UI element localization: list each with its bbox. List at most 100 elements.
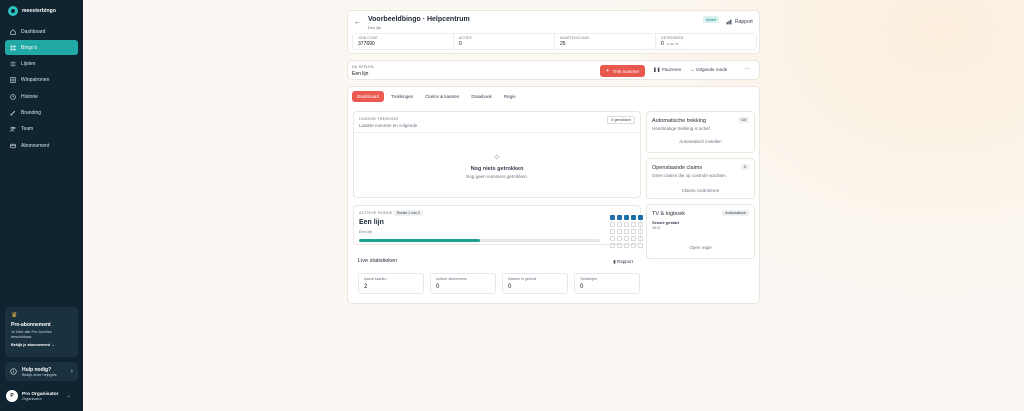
report-button[interactable]: Rapport: [726, 19, 753, 25]
home-icon: [10, 28, 16, 35]
tv-log-tag: Automatisch: [722, 210, 749, 216]
help-icon: [10, 368, 17, 375]
sidebar-item-label: Team: [21, 126, 34, 133]
open-regie-link[interactable]: Open regie: [647, 245, 754, 250]
user-role: Organisator: [22, 396, 42, 401]
page-title: Voorbeeldbingo · Helpcentrum: [368, 16, 470, 23]
check-claims-link[interactable]: Claims controleren: [647, 188, 754, 193]
open-claims-description: Geen claims die op controle wachten.: [652, 173, 728, 178]
user-name: Pro Organisator: [22, 391, 59, 397]
card-icon: [10, 143, 16, 148]
sidebar-item-label: Bingo's: [21, 44, 38, 51]
sidebar-item-label: Branding: [21, 109, 42, 116]
next-round-button[interactable]: → Volgende ronde: [690, 67, 727, 72]
pattern-cell: [624, 243, 629, 248]
pattern-cell: [624, 215, 629, 220]
sidebar-item-team[interactable]: Team: [5, 122, 78, 137]
active-round-label: ACTIEVE RONDE: [359, 211, 393, 215]
brand-logo[interactable]: meesterbingo: [8, 6, 56, 16]
stat-value: 25: [560, 41, 650, 47]
live-stat-value: 0: [436, 284, 440, 290]
sidebar-item-abonnement[interactable]: Abonnement: [5, 138, 78, 153]
help-card[interactable]: Hulp nodig? Bekijk onze helpgids ›: [5, 362, 78, 381]
tab-trekkingen[interactable]: Trekkingen: [386, 91, 418, 102]
stat-value-text: 377690: [358, 41, 375, 47]
pattern-cell: [610, 229, 615, 234]
pattern-cell: [610, 243, 615, 248]
live-stat-value: 0: [508, 284, 512, 290]
sidebar-item-lijsten[interactable]: Lijsten: [5, 57, 78, 72]
stat-value-text: 25: [560, 41, 566, 47]
sidebar-item-label: Lijsten: [21, 61, 36, 68]
now-playing-value: Een lijn: [352, 71, 369, 77]
stat-label: ACTIEF: [459, 36, 472, 40]
bingo-dashboard-card: Dashboard Trekkingen Claims & kaarten Dr…: [347, 86, 760, 304]
round-progress-track: [359, 239, 600, 242]
tab-bar: Dashboard Trekkingen Claims & kaarten Dr…: [352, 91, 521, 102]
active-round-panel: ACTIEVE RONDE Ronde 1 van 2 Een lijn Een…: [353, 205, 643, 248]
round-progress-fill: [359, 239, 480, 242]
live-stat-card: Trekkingen 0: [574, 273, 640, 294]
tab-dashboard[interactable]: Dashboard: [352, 91, 385, 102]
open-claims-count: 0: [740, 164, 749, 170]
stat-getrokken: GETROKKEN 0 0 van 75: [656, 34, 756, 49]
now-playing-bar: NU SPELEN Een lijn ✦ Trek nummer ❚❚ Pauz…: [347, 60, 760, 80]
draw-number-button[interactable]: ✦ Trek nummer: [600, 65, 645, 77]
sidebar-item-historie[interactable]: Historie: [5, 89, 78, 104]
arrow-right-icon: →: [690, 67, 695, 72]
brush-icon: [10, 110, 16, 116]
empty-state-subtitle: Nog geen nummers getrokken.: [466, 174, 528, 179]
tv-log-panel: TV & logboek Automatisch Sessie gestart …: [646, 204, 755, 259]
auto-draw-setup-link[interactable]: Automatisch instellen: [647, 139, 754, 144]
divider: [354, 132, 640, 133]
back-arrow-icon[interactable]: ←: [354, 19, 361, 26]
session-time: 16:21: [652, 226, 661, 230]
pattern-cell: [617, 236, 622, 241]
pattern-cell: [610, 222, 615, 227]
sidebar-item-label: Abonnement: [21, 142, 50, 149]
sidebar-item-winpatronen[interactable]: Winpatronen: [5, 73, 78, 88]
tab-draaiboek[interactable]: Draaiboek: [466, 91, 497, 102]
round-title: Een lijn: [359, 219, 384, 226]
tab-regie[interactable]: Regie: [499, 91, 521, 102]
live-stats-panel: Live statistieken ▮ Rapport Aantal kaart…: [353, 250, 641, 300]
chevron-down-icon: ⌄: [66, 393, 71, 399]
status-badge: Actief: [703, 16, 720, 23]
more-options-icon[interactable]: ···: [744, 66, 750, 72]
view-subscription-link[interactable]: Bekijk je abonnement →: [11, 343, 72, 347]
user-menu[interactable]: P Pro Organisator Organisator ⌄: [6, 390, 71, 402]
logo-icon: [8, 6, 18, 16]
stat-label: GETROKKEN: [661, 36, 684, 40]
tab-claims-kaarten[interactable]: Claims & kaarten: [420, 91, 464, 102]
live-report-button[interactable]: ▮ Rapport: [613, 259, 633, 265]
pattern-cell: [617, 222, 622, 227]
last-draw-panel: HUIDIGE TREKKING Laatste nummer en volge…: [353, 111, 641, 198]
pattern-cell: [617, 243, 622, 248]
auto-draw-panel: Automatische trekking Uit Handmatige tre…: [646, 111, 755, 153]
session-started-label: Sessie gestart: [652, 220, 680, 225]
next-round-label: Volgende ronde: [695, 67, 728, 72]
sidebar-item-branding[interactable]: Branding: [5, 105, 78, 120]
crown-icon: ♛: [11, 312, 18, 319]
last-draw-label: HUIDIGE TREKKING: [359, 117, 399, 121]
last-draw-subtitle: Laatste nummer en volgende.: [359, 123, 419, 128]
win-pattern-grid: [610, 215, 643, 248]
sidebar-item-bingos[interactable]: Bingo's: [5, 40, 78, 56]
stat-kaarten-claim: KAARTEN/CLAIM 25: [555, 34, 656, 49]
pattern-cell: [631, 222, 636, 227]
sidebar-item-dashboard[interactable]: Dashboard: [5, 24, 78, 39]
list-icon: [10, 61, 16, 67]
now-playing-label: NU SPELEN: [352, 65, 374, 69]
auto-draw-tag: Uit: [738, 117, 749, 123]
draw-number-label: Trek nummer: [612, 68, 640, 74]
pause-button[interactable]: ❚❚ Pauzeren: [653, 67, 681, 73]
live-stat-value: 0: [580, 284, 584, 290]
live-stats-title: Live statistieken: [358, 258, 398, 264]
stat-join-code: JOIN CODE 377690: [353, 34, 454, 49]
pattern-cell: [631, 236, 636, 241]
live-report-label: Rapport: [616, 259, 633, 264]
pattern-cell: [631, 215, 636, 220]
pause-label: Pauzeren: [661, 67, 682, 72]
pattern-cell: [638, 222, 643, 227]
live-stat-label: Trekkingen: [580, 277, 598, 281]
